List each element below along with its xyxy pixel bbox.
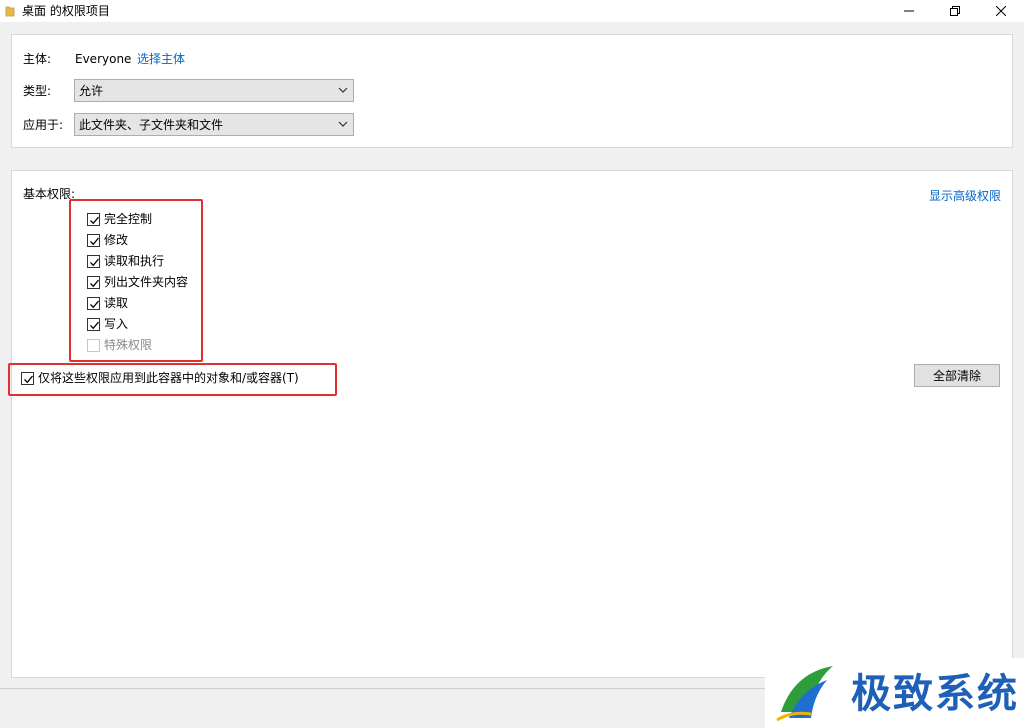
type-select-value: 允许	[79, 84, 104, 98]
minimize-icon	[904, 10, 914, 12]
applies-to-select[interactable]: 此文件夹、子文件夹和文件	[74, 113, 354, 136]
clear-all-button[interactable]: 全部清除	[914, 364, 1000, 387]
principal-label: 主体:	[23, 52, 52, 66]
restore-button[interactable]	[932, 0, 978, 22]
watermark-text: 极致系统	[851, 671, 1019, 717]
folder-icon	[5, 5, 15, 17]
window-title: 桌面 的权限项目	[22, 4, 110, 18]
applies-to-label: 应用于:	[23, 118, 64, 132]
close-icon	[996, 6, 1006, 16]
title-bar: 桌面 的权限项目	[0, 0, 1024, 22]
basic-permissions-label: 基本权限:	[23, 187, 76, 201]
close-button[interactable]	[978, 0, 1024, 22]
type-label: 类型:	[23, 84, 52, 98]
principal-value: Everyone	[75, 52, 132, 66]
minimize-button[interactable]	[886, 0, 932, 22]
chevron-down-icon	[338, 121, 348, 127]
restore-icon	[950, 6, 960, 16]
type-select[interactable]: 允许	[74, 79, 354, 102]
logo-icon	[776, 666, 833, 722]
watermark: 极致系统	[765, 658, 1024, 728]
applies-to-select-value: 此文件夹、子文件夹和文件	[79, 118, 224, 132]
highlight-box-apply-only	[8, 363, 337, 396]
highlight-box-permissions	[69, 199, 203, 362]
show-advanced-permissions-link[interactable]: 显示高级权限	[929, 188, 1001, 204]
select-principal-link[interactable]: 选择主体	[137, 51, 185, 67]
chevron-down-icon	[338, 87, 348, 93]
